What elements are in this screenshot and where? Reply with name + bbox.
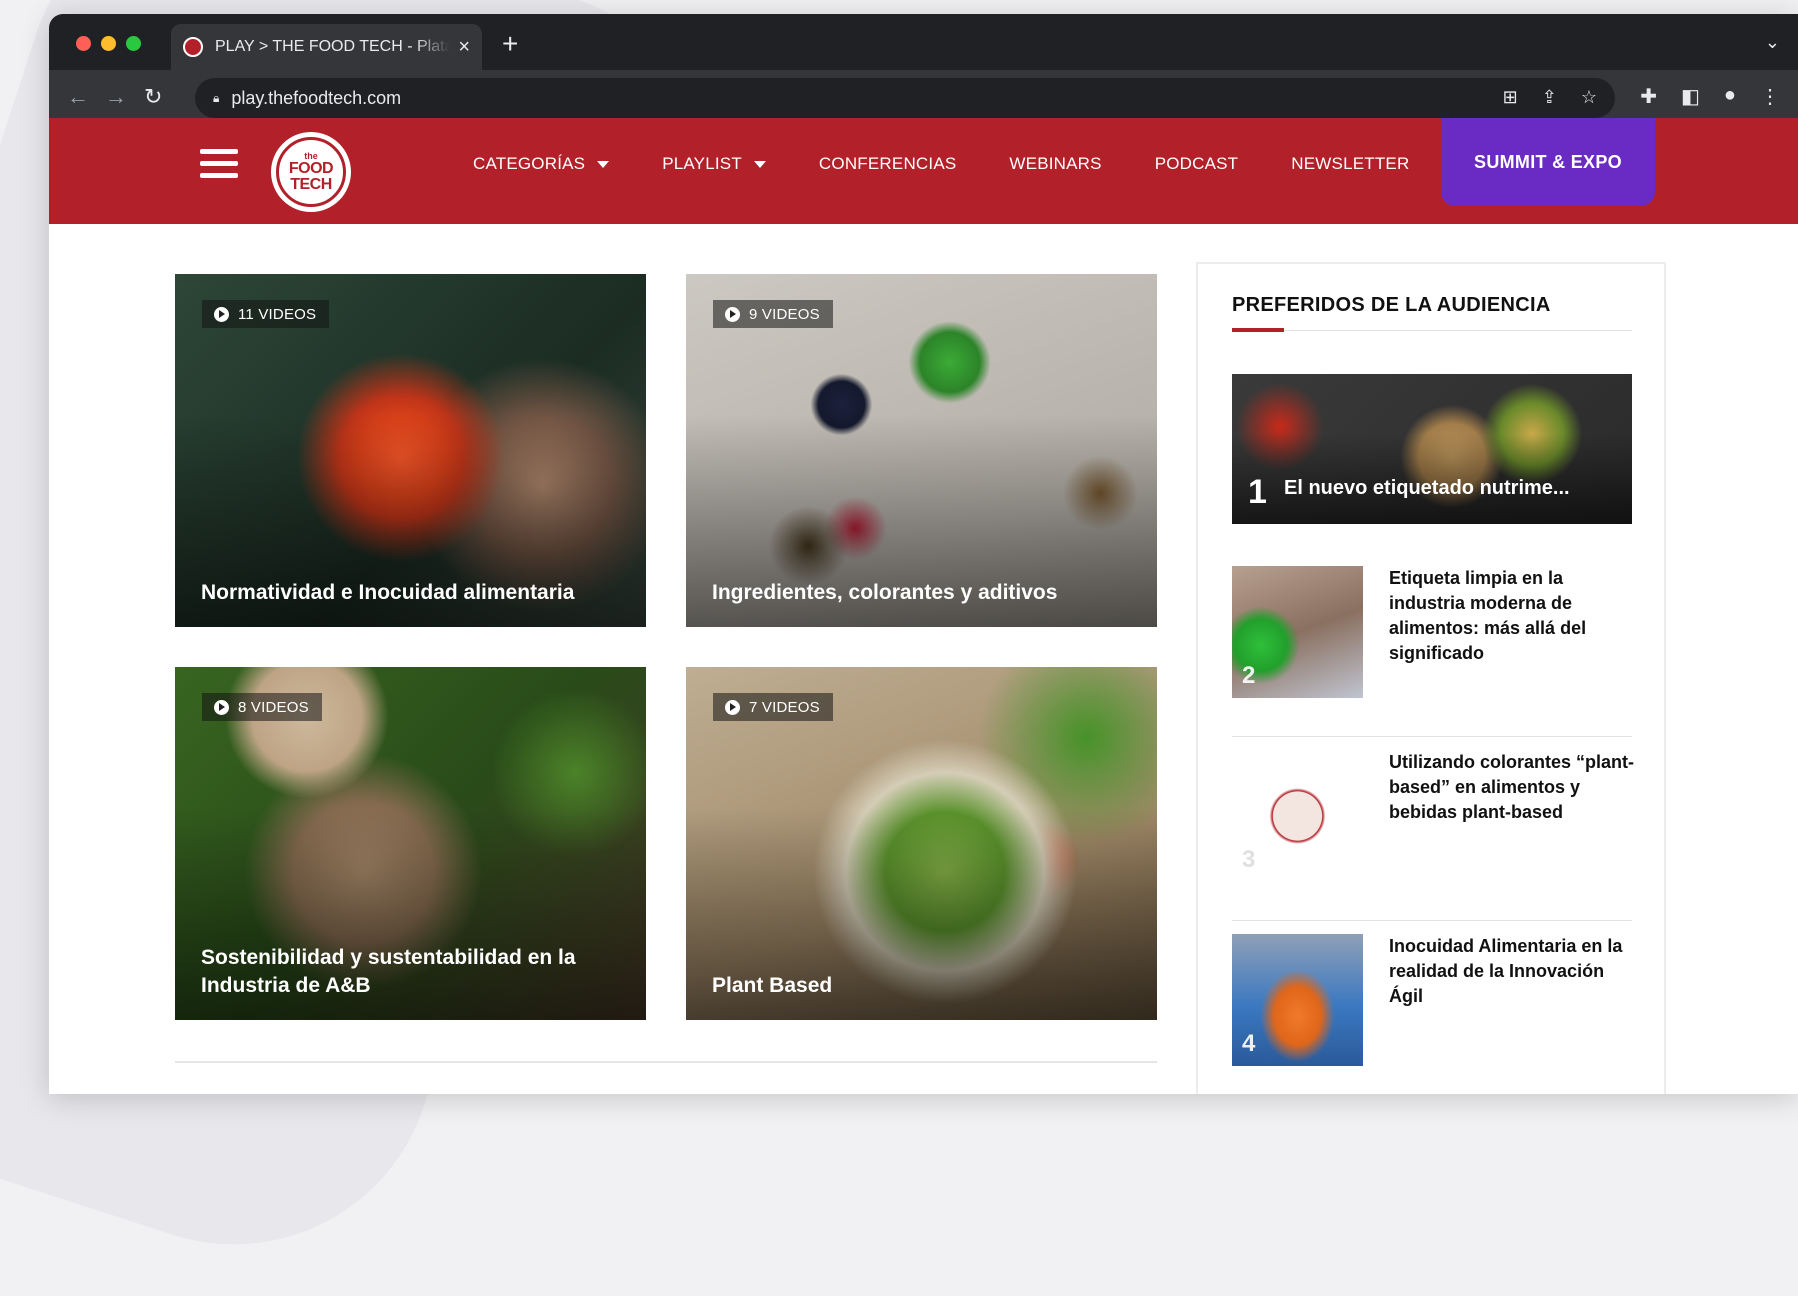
tab-close-icon[interactable]: × <box>458 36 470 59</box>
lock-icon: 🔒︎ <box>213 90 220 105</box>
new-tab-button[interactable]: + <box>502 28 518 60</box>
tab-title: PLAY > THE FOOD TECH - Plataforma <box>215 38 451 55</box>
favicon-icon <box>183 37 203 57</box>
site-header: the FOOD TECH CATEGORÍAS PLAYLIST CONFER… <box>49 118 1798 224</box>
card-title: Plant Based <box>712 974 833 997</box>
address-bar-actions: ⊞ ⇪ ☆ <box>1503 87 1597 108</box>
toolbar-actions: ✚ ◧ ● ⋮ <box>1640 84 1780 109</box>
window-controls <box>76 36 141 51</box>
play-icon <box>214 306 229 322</box>
video-count-badge: 8 VIDEOS <box>202 693 322 721</box>
list-item[interactable]: 3 Utilizando colorantes “plant-based” en… <box>1232 750 1635 882</box>
list-separator <box>1232 736 1632 737</box>
tab-search-chevron-icon[interactable]: ⌄ <box>1765 32 1780 53</box>
badge-text: 11 VIDEOS <box>238 305 317 323</box>
logo-tech: TECH <box>290 175 332 193</box>
item-thumbnail: 4 <box>1232 934 1363 1066</box>
playlist-card[interactable]: 7 VIDEOS Plant Based <box>686 667 1157 1020</box>
nav-newsletter[interactable]: NEWSLETTER <box>1291 154 1409 174</box>
url-text: play.thefoodtech.com <box>231 87 402 108</box>
play-icon <box>725 699 740 715</box>
video-count-badge: 11 VIDEOS <box>202 300 330 328</box>
nav-conferencias[interactable]: CONFERENCIAS <box>819 154 956 174</box>
item-thumbnail: 2 <box>1232 566 1363 698</box>
content-divider <box>175 1061 1157 1063</box>
badge-text: 7 VIDEOS <box>749 698 820 716</box>
list-item[interactable]: 2 Etiqueta limpia en la industria modern… <box>1232 566 1632 698</box>
close-window-button[interactable] <box>76 36 91 51</box>
translate-icon[interactable]: ⊞ <box>1503 87 1518 108</box>
card-title: Ingredientes, colorantes y aditivos <box>712 581 1058 604</box>
caret-down-icon <box>597 160 610 168</box>
playlist-card[interactable]: 11 VIDEOS Normatividad e Inocuidad alime… <box>175 274 646 627</box>
item-title: Utilizando colorantes “plant-based” en a… <box>1389 752 1635 822</box>
rank-number: 4 <box>1242 1030 1256 1057</box>
nav-categorias-label: CATEGORÍAS <box>473 154 586 173</box>
minimize-window-button[interactable] <box>101 36 116 51</box>
logo-food: FOOD <box>288 159 334 177</box>
extensions-icon[interactable]: ✚ <box>1640 84 1657 109</box>
playlist-card[interactable]: 9 VIDEOS Ingredientes, colorantes y adit… <box>686 274 1157 627</box>
reload-icon[interactable]: ↻ <box>144 84 162 110</box>
summit-expo-button[interactable]: SUMMIT & EXPO <box>1441 118 1655 206</box>
audience-favorites-sidebar: PREFERIDOS DE LA AUDIENCIA 1 El nuevo et… <box>1196 262 1666 1094</box>
nav-webinars[interactable]: WEBINARS <box>1009 154 1101 174</box>
card-title: Normatividad e Inocuidad alimentaria <box>201 581 575 604</box>
browser-window: PLAY > THE FOOD TECH - Plataforma × + ⌄ … <box>49 14 1798 1094</box>
maximize-window-button[interactable] <box>126 36 141 51</box>
item-title: Etiqueta limpia en la industria moderna … <box>1389 568 1587 663</box>
caret-down-icon <box>753 160 766 168</box>
side-panel-icon[interactable]: ◧ <box>1681 84 1700 109</box>
featured-shade <box>1232 374 1632 524</box>
featured-title: El nuevo etiquetado nutrime... <box>1284 477 1570 499</box>
rank-number: 2 <box>1242 662 1256 689</box>
video-count-badge: 7 VIDEOS <box>713 693 833 721</box>
main-nav: CATEGORÍAS PLAYLIST CONFERENCIAS WEBINAR… <box>473 154 1462 174</box>
nav-playlist-label: PLAYLIST <box>662 154 742 173</box>
browser-tab[interactable]: PLAY > THE FOOD TECH - Plataforma × <box>171 24 482 70</box>
play-icon <box>725 306 740 322</box>
forward-arrow-icon[interactable]: → <box>105 84 127 110</box>
nav-categorias[interactable]: CATEGORÍAS <box>473 154 610 174</box>
rank-number: 3 <box>1242 846 1256 873</box>
featured-item[interactable]: 1 El nuevo etiquetado nutrime... <box>1232 374 1632 524</box>
hamburger-menu-icon[interactable] <box>200 149 238 181</box>
playlist-card[interactable]: 8 VIDEOS Sostenibilidad y sustentabilida… <box>175 667 646 1020</box>
item-thumbnail: 3 <box>1232 750 1363 882</box>
tab-strip: PLAY > THE FOOD TECH - Plataforma × + ⌄ <box>49 14 1798 70</box>
play-icon <box>214 699 229 715</box>
back-arrow-icon[interactable]: ← <box>67 84 89 110</box>
nav-playlist[interactable]: PLAYLIST <box>662 154 766 174</box>
bookmark-star-icon[interactable]: ☆ <box>1581 87 1597 108</box>
list-separator <box>1232 920 1632 921</box>
list-item[interactable]: 4 Inocuidad Alimentaria en la realidad d… <box>1232 934 1632 1066</box>
site-logo[interactable]: the FOOD TECH <box>271 132 351 212</box>
video-count-badge: 9 VIDEOS <box>713 300 833 328</box>
sidebar-accent <box>1232 328 1284 332</box>
address-bar[interactable]: 🔒︎ play.thefoodtech.com ⊞ ⇪ ☆ <box>195 78 1615 118</box>
card-title: Sostenibilidad y sustentabilidad en la I… <box>201 946 576 997</box>
menu-kebab-icon[interactable]: ⋮ <box>1760 84 1780 109</box>
sidebar-title: PREFERIDOS DE LA AUDIENCIA <box>1232 294 1551 316</box>
sidebar-rule <box>1232 330 1632 331</box>
profile-icon[interactable]: ● <box>1724 84 1736 109</box>
badge-text: 9 VIDEOS <box>749 305 820 323</box>
item-title: Inocuidad Alimentaria en la realidad de … <box>1389 936 1623 1006</box>
nav-podcast[interactable]: PODCAST <box>1155 154 1239 174</box>
share-icon[interactable]: ⇪ <box>1542 87 1557 108</box>
badge-text: 8 VIDEOS <box>238 698 309 716</box>
rank-number: 1 <box>1248 473 1267 511</box>
